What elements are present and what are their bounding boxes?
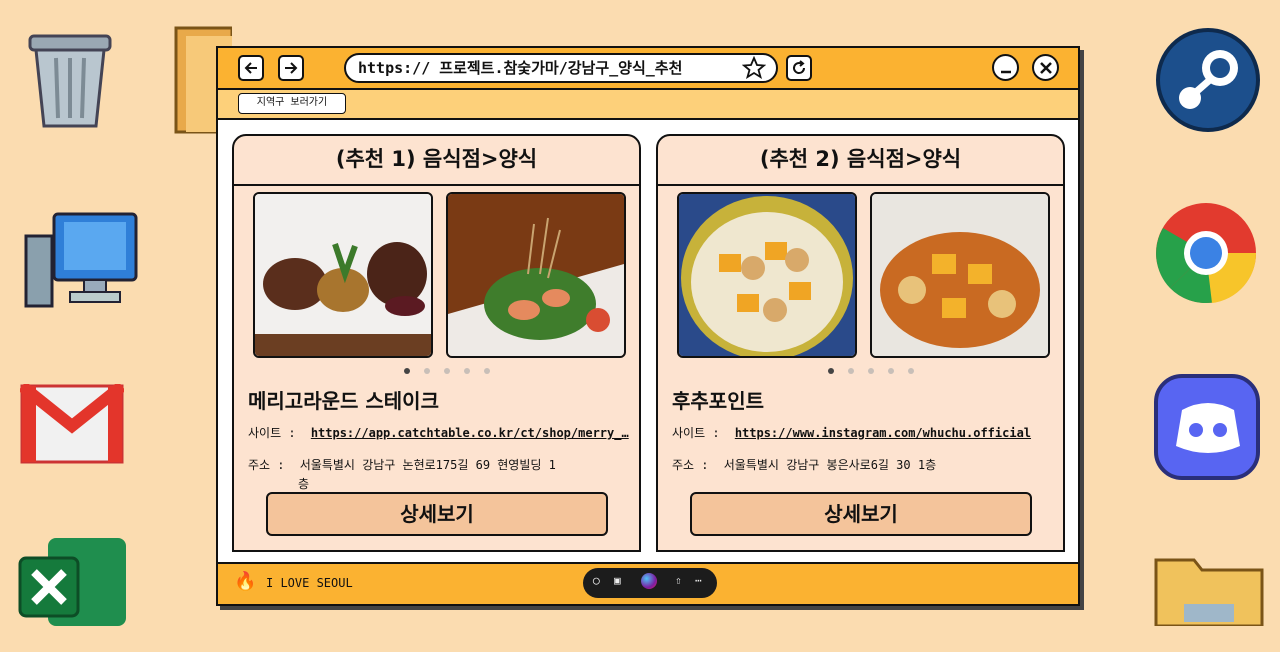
address-label: 주소 :: [672, 458, 709, 472]
arrow-left-icon: [244, 62, 257, 74]
detail-button[interactable]: 상세보기: [266, 492, 608, 536]
food-photo-salad[interactable]: [446, 192, 626, 358]
site-link[interactable]: https://app.catchtable.co.kr/ct/shop/mer…: [311, 426, 629, 440]
chat-icon[interactable]: ◯: [593, 574, 600, 587]
carousel-dot[interactable]: [888, 368, 894, 374]
minimize-button[interactable]: [992, 54, 1019, 81]
footer-bar: 🔥 I LOVE SEOUL ◯ ▣ ⇧ ⋯: [218, 562, 1078, 604]
minimize-icon: [1000, 70, 1011, 73]
restaurant-name: 메리고라운드 스테이크: [248, 389, 439, 413]
back-button[interactable]: [238, 55, 264, 81]
address-row: 주소 : 서울특별시 강남구 논현로175길 69 현영빌딩 1: [248, 456, 556, 473]
site-label: 사이트 :: [672, 426, 720, 440]
restaurant-name: 후추포인트: [672, 389, 764, 413]
address-text: 서울특별시 강남구 봉은사로6길 30 1층: [723, 458, 937, 472]
steam-icon[interactable]: [1154, 26, 1262, 132]
site-row: 사이트 : https://www.instagram.com/whuchu.o…: [672, 424, 1031, 441]
footer-text: I LOVE SEOUL: [266, 576, 353, 590]
carousel-dot[interactable]: [908, 368, 914, 374]
refresh-button[interactable]: [786, 55, 812, 81]
more-icon[interactable]: ⋯: [695, 574, 702, 587]
address-label: 주소 :: [248, 458, 285, 472]
browser-window: https:// 프로젝트.참숯가마/강남구_양식_추천 지역구 보러가기 (추…: [216, 46, 1080, 606]
address-row: 주소 : 서울특별시 강남구 봉은사로6길 30 1층: [672, 456, 936, 473]
card-heading: (추천 2) 음식점>양식: [658, 136, 1063, 186]
address-bar[interactable]: https:// 프로젝트.참숯가마/강남구_양식_추천: [344, 53, 778, 83]
carousel-dot[interactable]: [848, 368, 854, 374]
site-label: 사이트 :: [248, 426, 296, 440]
close-icon: [1039, 61, 1052, 74]
site-link[interactable]: https://www.instagram.com/whuchu.officia…: [735, 426, 1031, 440]
trash-icon[interactable]: [22, 28, 122, 128]
site-row: 사이트 : https://app.catchtable.co.kr/ct/sh…: [248, 424, 629, 441]
food-photo-scallop-plate[interactable]: [870, 192, 1050, 358]
floating-action-pill: ◯ ▣ ⇧ ⋯: [583, 568, 717, 598]
orb-icon[interactable]: [641, 573, 657, 589]
gmail-icon[interactable]: [18, 381, 126, 484]
carousel-dot[interactable]: [828, 368, 834, 374]
arrow-right-icon: [285, 62, 298, 74]
computer-icon[interactable]: [20, 210, 140, 310]
title-bar: https:// 프로젝트.참숯가마/강남구_양식_추천: [218, 48, 1078, 90]
address-text-cont: 층: [298, 477, 310, 491]
food-photo-steak[interactable]: [253, 192, 433, 358]
carousel-dot[interactable]: [404, 368, 410, 374]
card-heading: (추천 1) 음식점>양식: [234, 136, 639, 186]
inbox-icon[interactable]: ▣: [614, 574, 621, 587]
restaurant-card-2: (추천 2) 음식점>양식 후추포인트 사이트: https://www.in…: [656, 134, 1065, 552]
refresh-icon: [793, 60, 806, 74]
carousel-dot[interactable]: [868, 368, 874, 374]
detail-button[interactable]: 상세보기: [690, 492, 1032, 536]
toolbar: 지역구 보러가기: [218, 90, 1078, 120]
share-icon[interactable]: ⇧: [675, 574, 682, 587]
fire-icon: 🔥: [234, 571, 257, 592]
region-button[interactable]: 지역구 보러가기: [238, 93, 346, 114]
url-text: https:// 프로젝트.참숯가마/강남구_양식_추천: [358, 59, 683, 77]
carousel-dot[interactable]: [424, 368, 430, 374]
folder-icon-2[interactable]: [1154, 552, 1264, 652]
food-photo-scallop-bowl[interactable]: [677, 192, 857, 358]
close-button[interactable]: [1032, 54, 1059, 81]
address-text: 서울특별시 강남구 논현로175길 69 현영빌딩 1: [299, 458, 556, 472]
restaurant-card-1: (추천 1) 음식점>양식 메리고라운드 스테이크 사이트: https://…: [232, 134, 641, 552]
carousel-dot[interactable]: [444, 368, 450, 374]
discord-icon[interactable]: [1154, 374, 1262, 480]
carousel-dot[interactable]: [484, 368, 490, 374]
star-icon[interactable]: [742, 56, 766, 80]
chrome-icon[interactable]: [1152, 200, 1260, 303]
carousel-dots: [234, 368, 639, 376]
carousel-dots: [658, 368, 1063, 376]
excel-icon[interactable]: [18, 536, 128, 636]
forward-button[interactable]: [278, 55, 304, 81]
carousel-dot[interactable]: [464, 368, 470, 374]
